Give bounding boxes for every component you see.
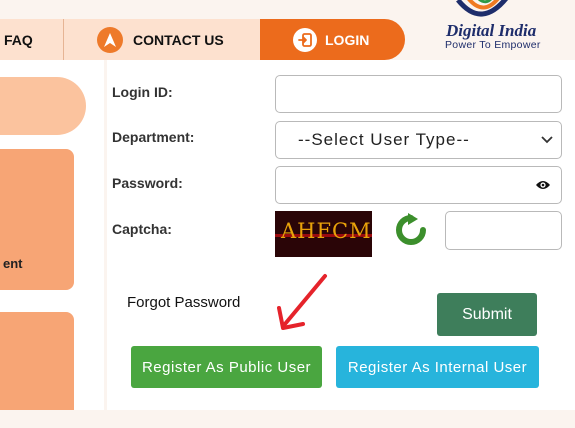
password-input[interactable] [275, 166, 562, 204]
captcha-image: AHFCM1 [275, 211, 372, 257]
left-sidebar: ent [0, 60, 104, 410]
refresh-icon[interactable] [394, 213, 428, 247]
register-internal-user-button[interactable]: Register As Internal User [336, 346, 539, 388]
captcha-input[interactable] [445, 211, 562, 250]
login-id-label: Login ID: [112, 84, 173, 100]
department-select[interactable]: --Select User Type-- [275, 121, 562, 159]
chevron-down-icon [541, 136, 553, 144]
department-label: Department: [112, 129, 195, 145]
digital-india-logo: Digital India Power To Empower [438, 0, 575, 60]
captcha-text: AHFCM1 [281, 219, 372, 243]
navigation-arrow-icon [97, 26, 123, 53]
top-navigation: FAQ CONTACT US LOGIN [0, 19, 405, 60]
captcha-label: Captcha: [112, 221, 172, 237]
annotation-arrow-icon [277, 274, 327, 330]
sidebar-card-2[interactable] [0, 312, 74, 410]
submit-button[interactable]: Submit [437, 293, 537, 336]
register-public-user-button[interactable]: Register As Public User [131, 346, 322, 388]
logo-title: Digital India [446, 21, 537, 40]
nav-contact-link[interactable]: CONTACT US [64, 19, 260, 60]
sidebar-card-1-label: ent [3, 256, 23, 271]
nav-faq-link[interactable]: FAQ [0, 19, 64, 60]
login-icon [293, 27, 317, 52]
login-form: Login ID: Department: --Select User Type… [107, 60, 575, 410]
eye-icon[interactable] [535, 179, 551, 191]
nav-contact-label: CONTACT US [133, 31, 224, 48]
nav-faq-label: FAQ [4, 31, 33, 48]
nav-login-tab[interactable]: LOGIN [260, 19, 405, 60]
nav-login-label: LOGIN [325, 31, 370, 48]
logo-emblem-icon [456, 0, 508, 17]
sidebar-pill-item[interactable] [0, 77, 86, 135]
forgot-password-link[interactable]: Forgot Password [127, 294, 240, 311]
department-selected-value: --Select User Type-- [298, 130, 470, 149]
password-label: Password: [112, 175, 183, 191]
logo-tagline: Power To Empower [445, 39, 541, 51]
login-page: FAQ CONTACT US LOGIN Digital India Power… [0, 0, 575, 428]
login-id-input[interactable] [275, 75, 562, 113]
